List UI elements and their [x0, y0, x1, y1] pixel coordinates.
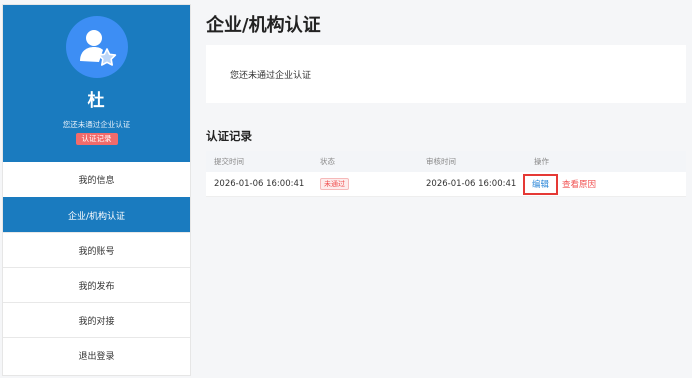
sidebar-item-my-posts[interactable]: 我的发布	[3, 267, 190, 302]
sidebar: 杜 您还未通过企业认证 认证记录 我的信息 企业/机构认证 我的账号 我的发布 …	[2, 4, 191, 376]
view-reason-link[interactable]: 查看原因	[562, 178, 596, 190]
row-actions: 编辑 查看原因	[523, 172, 596, 196]
sidebar-item-enterprise-cert[interactable]: 企业/机构认证	[3, 197, 190, 232]
header-actions: 操作	[534, 157, 549, 166]
header-review-time: 审核时间	[426, 157, 456, 166]
user-star-icon	[79, 30, 116, 66]
table-header: 提交时间 状态 审核时间 操作	[206, 151, 686, 172]
row-status: 未通过	[320, 172, 349, 196]
row-submit-time: 2026-01-06 16:00:41	[214, 179, 305, 189]
page-title: 企业/机构认证	[206, 15, 321, 36]
sidebar-menu: 我的信息 企业/机构认证 我的账号 我的发布 我的对接 退出登录	[3, 162, 190, 372]
header-status: 状态	[320, 157, 335, 166]
page: 杜 您还未通过企业认证 认证记录 我的信息 企业/机构认证 我的账号 我的发布 …	[0, 0, 692, 378]
records-table: 提交时间 状态 审核时间 操作 2026-01-06 16:00:41 未通过 …	[206, 151, 686, 197]
records-section-title: 认证记录	[206, 129, 252, 143]
table-row: 2026-01-06 16:00:41 未通过 2026-01-06 16:00…	[206, 172, 686, 197]
notice-text: 您还未通过企业认证	[230, 71, 312, 81]
notice-card: 您还未通过企业认证	[206, 45, 686, 103]
edit-button[interactable]: 编辑	[523, 173, 558, 195]
cert-status-text: 您还未通过企业认证	[62, 120, 131, 129]
sidebar-item-my-connections[interactable]: 我的对接	[3, 302, 190, 337]
user-name: 杜	[87, 91, 106, 111]
avatar	[65, 16, 128, 78]
sidebar-item-logout[interactable]: 退出登录	[3, 337, 190, 372]
sidebar-item-my-info[interactable]: 我的信息	[3, 162, 190, 197]
status-badge: 未通过	[320, 178, 349, 190]
row-review-time: 2026-01-06 16:00:41	[426, 179, 517, 189]
profile-panel: 杜 您还未通过企业认证 认证记录	[3, 5, 190, 162]
sidebar-item-my-account[interactable]: 我的账号	[3, 232, 190, 267]
header-submit-time: 提交时间	[214, 157, 244, 166]
cert-record-button[interactable]: 认证记录	[75, 133, 118, 145]
